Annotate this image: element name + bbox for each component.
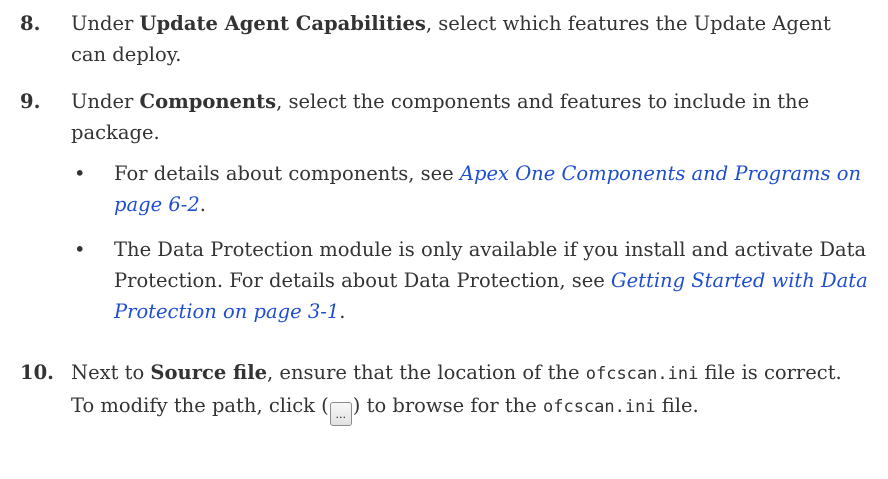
step-text-prefix: Under <box>71 12 140 35</box>
step-text-prefix: Under <box>71 90 140 113</box>
bullet-item-data-protection: • The Data Protection module is only ava… <box>71 234 870 327</box>
document-page: 8. Under Update Agent Capabilities, sele… <box>0 0 888 479</box>
step-number: 9. <box>20 90 41 113</box>
step-main-text: Under Components, select the components … <box>71 86 870 148</box>
bullet-icon: • <box>74 162 86 185</box>
step-text: Next to Source file, ensure that the loc… <box>71 357 870 426</box>
bullet-icon: • <box>74 238 86 261</box>
bullet-text-after: . <box>339 300 346 323</box>
step-text: Under Update Agent Capabilities, select … <box>71 8 870 70</box>
step-text-prefix: Next to <box>71 361 151 384</box>
step-text-mid-1: , ensure that the location of the <box>267 361 586 384</box>
bullet-text: For details about components, see Apex O… <box>114 158 870 220</box>
step-10: 10. Next to Source file, ensure that the… <box>20 357 870 426</box>
bullet-text-before: For details about components, see <box>114 162 460 185</box>
step-number: 10. <box>20 361 54 384</box>
step-bold-term: Source file <box>150 361 268 384</box>
step-bold-term: Update Agent Capabilities <box>139 12 426 35</box>
step-9: 9. Under Components, select the componen… <box>20 86 870 341</box>
step-text-mid-3: ) to browse for the <box>352 394 543 417</box>
bullet-text-after: . <box>199 193 206 216</box>
step-bullet-list: • For details about components, see Apex… <box>71 158 870 327</box>
step-8: 8. Under Update Agent Capabilities, sele… <box>20 8 870 70</box>
browse-button[interactable]: ... <box>329 402 352 426</box>
bullet-item-components: • For details about components, see Apex… <box>71 158 870 220</box>
step-number: 8. <box>20 12 41 35</box>
step-bold-term: Components <box>139 90 277 113</box>
bullet-text: The Data Protection module is only avail… <box>114 234 870 327</box>
step-text-suffix: file. <box>655 394 699 417</box>
step-text: Under Components, select the components … <box>71 86 870 341</box>
config-file-code: ofcscan.ini <box>542 397 656 417</box>
config-file-code: ofcscan.ini <box>585 364 699 384</box>
